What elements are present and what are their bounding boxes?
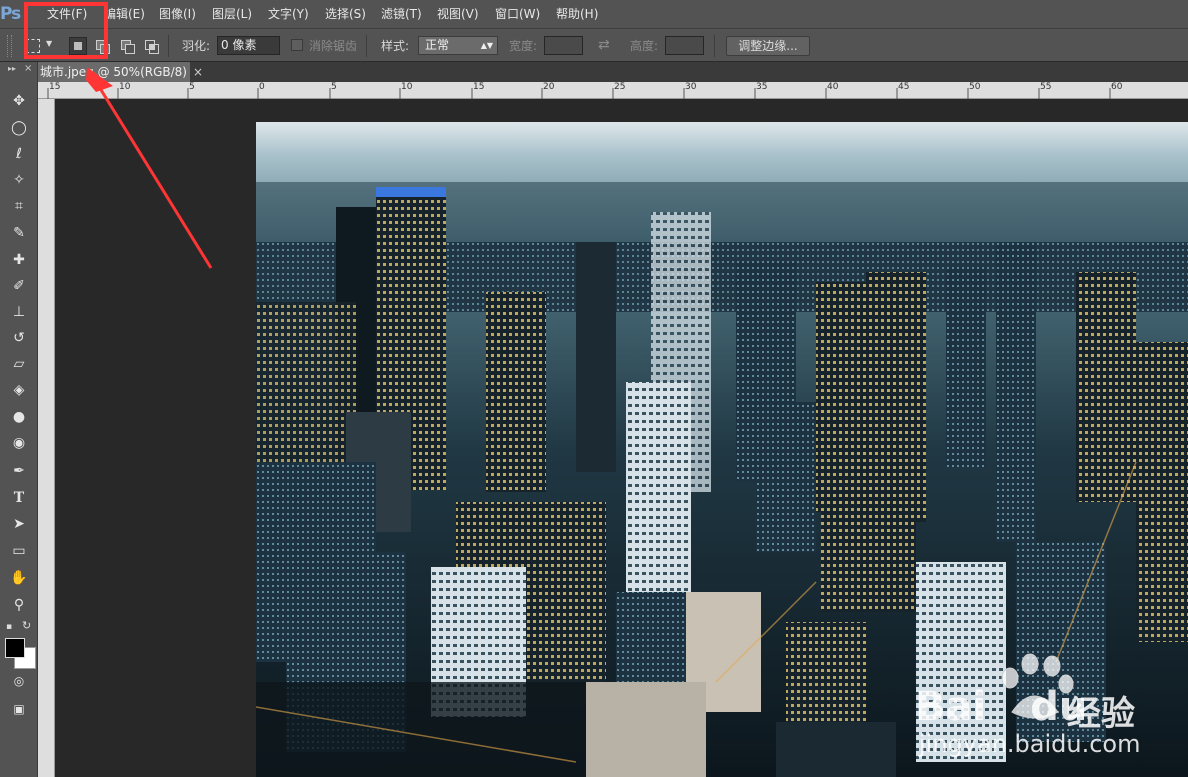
ruler-ticks xyxy=(47,88,1111,99)
app-logo: Ps xyxy=(0,4,21,24)
menu-bar: Ps 文件(F) 编辑(E) 图像(I) 图层(L) 文字(Y) 选择(S) 滤… xyxy=(0,0,1188,28)
zoom-icon[interactable]: ⚲ xyxy=(6,594,32,616)
document-tab[interactable]: 城市.jpeg @ 50%(RGB/8) xyxy=(38,62,190,82)
close-panel-icon[interactable]: × xyxy=(24,63,32,74)
ruler-label: 45 xyxy=(898,82,910,92)
foreground-color-swatch[interactable] xyxy=(5,638,25,658)
shape-icon[interactable]: ▭ xyxy=(6,540,32,562)
close-tab-icon[interactable]: × xyxy=(190,64,206,80)
ruler-label: 35 xyxy=(756,82,768,92)
menu-image[interactable]: 图像(I) xyxy=(159,5,196,23)
options-bar: ▼ 羽化: 0 像素 消除锯齿 样式: 正常 ▲▼ 宽度: ⇄ 高度: 调整边缘… xyxy=(0,28,1188,62)
type-icon[interactable]: T xyxy=(6,487,32,509)
spot-healing-icon[interactable]: ✚ xyxy=(6,249,32,271)
collapse-panel-icon[interactable]: ▸▸ xyxy=(8,64,16,73)
baidu-jingyan-watermark: Bai du 经验 jingyan.baidu.com xyxy=(915,650,1177,760)
chevron-updown-icon: ▲▼ xyxy=(480,41,493,50)
ruler-label: 15 xyxy=(49,82,61,92)
path-selection-icon[interactable]: ➤ xyxy=(6,513,32,535)
tools-panel: ▸▸ × ✥ ◯ ℓ ✧ ⌗ ✎ ✚ ✐ ⊥ ↺ ▱ ◈ ● ◉ ✒ T ➤ ▭… xyxy=(0,62,38,777)
divider xyxy=(366,35,367,57)
menu-edit[interactable]: 编辑(E) xyxy=(104,5,145,23)
ruler-label: 60 xyxy=(1111,82,1123,92)
menu-help[interactable]: 帮助(H) xyxy=(556,5,598,23)
screen-mode-icon[interactable]: ▣ xyxy=(6,698,32,720)
quick-mask-icon[interactable]: ◎ xyxy=(6,670,32,692)
height-input[interactable] xyxy=(665,36,704,55)
watermark-url: jingyan.baidu.com xyxy=(919,730,1141,758)
history-brush-icon[interactable]: ↺ xyxy=(6,327,32,349)
height-label: 高度: xyxy=(630,39,659,53)
lasso-icon[interactable]: ℓ xyxy=(6,143,32,165)
ruler-label: 50 xyxy=(969,82,981,92)
swap-dimensions-icon[interactable]: ⇄ xyxy=(598,37,610,53)
feather-input[interactable]: 0 像素 xyxy=(217,36,280,55)
eyedropper-icon[interactable]: ✎ xyxy=(6,222,32,244)
clone-stamp-icon[interactable]: ⊥ xyxy=(6,301,32,323)
ruler-label: 55 xyxy=(1040,82,1052,92)
menu-layer[interactable]: 图层(L) xyxy=(212,5,252,23)
baidu-brand-text: Bai du xyxy=(915,684,1087,730)
elliptical-marquee-icon[interactable]: ◯ xyxy=(6,117,32,139)
baidu-brand-bai: Bai xyxy=(915,684,987,730)
width-input[interactable] xyxy=(544,36,583,55)
vertical-ruler xyxy=(38,99,55,777)
ruler-label: 0 xyxy=(259,82,265,92)
ruler-label: 10 xyxy=(401,82,413,92)
jingyan-text: 经验 xyxy=(1067,694,1135,734)
swap-colors-icon[interactable]: ↻ xyxy=(22,619,31,632)
magic-wand-icon[interactable]: ✧ xyxy=(6,169,32,191)
ruler-label: 20 xyxy=(543,82,555,92)
menu-filter[interactable]: 滤镜(T) xyxy=(381,5,422,23)
intersect-selection-icon[interactable] xyxy=(143,37,161,55)
pen-icon[interactable]: ✒ xyxy=(6,460,32,482)
ruler-label: 40 xyxy=(827,82,839,92)
antialias-checkbox[interactable] xyxy=(291,39,303,51)
menu-type[interactable]: 文字(Y) xyxy=(268,5,309,23)
style-label: 样式: xyxy=(381,39,410,53)
grip-handle[interactable] xyxy=(7,35,12,57)
document-tab-bar: 城市.jpeg @ 50%(RGB/8) × xyxy=(38,62,1188,82)
brush-icon[interactable]: ✐ xyxy=(6,275,32,297)
subtract-selection-icon[interactable] xyxy=(119,37,137,55)
ruler-label: 10 xyxy=(119,82,131,92)
menu-view[interactable]: 视图(V) xyxy=(437,5,479,23)
dodge-icon[interactable]: ◉ xyxy=(6,432,32,454)
divider xyxy=(714,35,715,57)
ruler-label: 15 xyxy=(473,82,485,92)
file-menu-highlight xyxy=(24,2,108,59)
style-select[interactable]: 正常 ▲▼ xyxy=(418,36,498,55)
eraser-icon[interactable]: ▱ xyxy=(6,353,32,375)
feather-label: 羽化: xyxy=(182,39,211,53)
paint-bucket-icon[interactable]: ◈ xyxy=(6,379,32,401)
antialias-label: 消除锯齿 xyxy=(309,39,358,53)
divider xyxy=(168,35,169,57)
menu-window[interactable]: 窗口(W) xyxy=(495,5,540,23)
width-label: 宽度: xyxy=(509,39,538,53)
ruler-label: 5 xyxy=(331,82,337,92)
blur-icon[interactable]: ● xyxy=(6,406,32,428)
style-select-value: 正常 xyxy=(425,38,450,52)
default-colors-icon[interactable]: ▪ xyxy=(6,622,12,632)
crop-icon[interactable]: ⌗ xyxy=(6,195,32,217)
horizontal-ruler: 15 10 5 0 5 10 15 20 25 30 35 40 45 50 5… xyxy=(38,82,1188,99)
ruler-label: 5 xyxy=(189,82,195,92)
move-tool-icon[interactable]: ✥ xyxy=(6,90,32,112)
menu-select[interactable]: 选择(S) xyxy=(325,5,366,23)
refine-edge-button[interactable]: 调整边缘... xyxy=(726,36,810,56)
ruler-label: 30 xyxy=(685,82,697,92)
ruler-label: 25 xyxy=(614,82,626,92)
hand-icon[interactable]: ✋ xyxy=(6,567,32,589)
